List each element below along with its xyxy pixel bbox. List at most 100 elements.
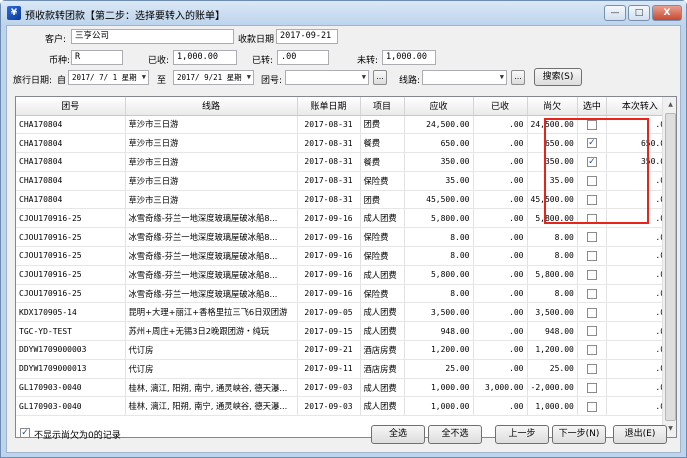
table-row[interactable]: CHA170804 草沙市三日游 2017-08-31 保险费 35.00.00 35.0… xyxy=(16,171,674,191)
row-select-checkbox[interactable] xyxy=(586,345,597,356)
row-select-checkbox[interactable] xyxy=(586,288,597,299)
table-row[interactable]: CHA170804 草沙市三日游 2017-08-31 餐费 650.00.00 650.… xyxy=(16,133,674,154)
cell-receivable: 1,000.00 xyxy=(404,378,474,398)
row-select-checkbox[interactable] xyxy=(586,401,597,412)
route-browse-button[interactable]: ... xyxy=(511,70,525,85)
cell-selected xyxy=(577,208,607,229)
row-select-checkbox[interactable] xyxy=(586,326,597,337)
col-header-item[interactable]: 项目 xyxy=(360,97,405,116)
used-field[interactable]: 1,000.00 xyxy=(173,50,237,65)
untransferred-label: 未转: xyxy=(357,56,379,66)
currency-field[interactable]: R xyxy=(71,50,123,65)
customer-field[interactable]: 三亨公司 xyxy=(71,29,234,44)
cell-date: 2017-08-31 xyxy=(297,115,361,135)
cell-date: 2017-08-31 xyxy=(297,152,361,172)
cell-date: 2017-09-16 xyxy=(297,246,361,266)
close-button[interactable]: X xyxy=(652,5,682,21)
hide-zero-checkbox[interactable]: ✓ xyxy=(20,428,30,438)
route-select[interactable]: ▼ xyxy=(422,70,507,85)
cell-date: 2017-08-31 xyxy=(297,171,361,191)
cell-item: 餐费 xyxy=(360,133,405,154)
prev-step-button[interactable]: 上一步 xyxy=(495,425,549,444)
cell-receivable: 1,000.00 xyxy=(404,396,474,417)
row-select-checkbox[interactable]: ✓ xyxy=(586,157,597,168)
col-header-route[interactable]: 线路 xyxy=(125,97,298,116)
cell-route: 桂林, 漓江, 阳朔, 南宁, 通灵峡谷, 德天瀑... xyxy=(125,396,298,417)
cell-owed: 35.00 xyxy=(527,171,578,191)
table-row[interactable]: CJOU170916-25 冰雪奇缘-芬兰一地深度玻璃屋破冰船8... 2017-0… xyxy=(16,246,674,266)
row-select-checkbox[interactable] xyxy=(586,176,597,187)
cell-date: 2017-09-11 xyxy=(297,359,361,379)
date-to-picker[interactable]: 2017/ 9/21 星期 ▼ xyxy=(173,70,254,85)
cell-receivable: 948.00 xyxy=(404,321,474,342)
titlebar[interactable]: ¥ 预收款转团款【第二步：选择要转入的账单】 — □ X xyxy=(1,1,686,25)
group-select[interactable]: ▼ xyxy=(285,70,369,85)
col-header-group[interactable]: 团号 xyxy=(16,97,126,116)
table-row[interactable]: CJOU170916-25 冰雪奇缘-芬兰一地深度玻璃屋破冰船8... 2017-0… xyxy=(16,208,674,229)
cell-route: 草沙市三日游 xyxy=(125,190,298,210)
search-button[interactable]: 搜索(S) xyxy=(534,68,582,86)
table-row[interactable]: CJOU170916-25 冰雪奇缘-芬兰一地深度玻璃屋破冰船8... 2017-0… xyxy=(16,227,674,248)
group-browse-button[interactable]: ... xyxy=(373,70,387,85)
table-row[interactable]: DDYW1709000013 代订房 2017-09-11 酒店房费 25.00.00 2… xyxy=(16,359,674,379)
cell-receivable: 650.00 xyxy=(404,133,474,154)
cell-owed: 25.00 xyxy=(527,359,578,379)
deselect-all-button[interactable]: 全不选 xyxy=(428,425,482,444)
col-header-selected[interactable]: 选中 xyxy=(577,97,607,116)
row-select-checkbox[interactable] xyxy=(586,251,597,262)
table-row[interactable]: TGC-YD-TEST 苏州+周庄+无锡3日2晚跟团游・纯玩 2017-09-15 成… xyxy=(16,321,674,342)
cell-route: 冰雪奇缘-芬兰一地深度玻璃屋破冰船8... xyxy=(125,227,298,248)
col-header-date[interactable]: 账单日期 xyxy=(297,97,361,116)
row-select-checkbox[interactable] xyxy=(586,382,597,393)
table-row[interactable]: DDYW1709000003 代订房 2017-09-21 酒店房费 1,200.00.… xyxy=(16,340,674,360)
cell-received: .00 xyxy=(473,208,528,229)
transferred-field[interactable]: .00 xyxy=(277,50,329,65)
table-row[interactable]: GL170903-0040 桂林, 漓江, 阳朔, 南宁, 通灵峡谷, 德天瀑..… xyxy=(16,378,674,398)
select-all-button[interactable]: 全选 xyxy=(371,425,425,444)
cell-selected xyxy=(577,359,607,379)
col-header-received[interactable]: 已收 xyxy=(473,97,528,116)
receipt-date-field[interactable]: 2017-09-21 xyxy=(276,29,338,44)
maximize-button[interactable]: □ xyxy=(628,5,650,21)
table-row[interactable]: CHA170804 草沙市三日游 2017-08-31 团费 24,500.00.00 2… xyxy=(16,115,674,135)
cell-item: 酒店房费 xyxy=(360,340,405,360)
next-step-button[interactable]: 下一步(N) xyxy=(552,425,606,444)
table-row[interactable]: GL170903-0040 桂林, 漓江, 阳朔, 南宁, 通灵峡谷, 德天瀑..… xyxy=(16,396,674,417)
row-select-checkbox[interactable] xyxy=(586,307,597,318)
row-select-checkbox[interactable]: ✓ xyxy=(586,138,597,149)
cell-received: .00 xyxy=(473,396,528,417)
cell-receivable: 5,800.00 xyxy=(404,208,474,229)
cell-date: 2017-09-03 xyxy=(297,396,361,417)
row-select-checkbox[interactable] xyxy=(586,364,597,374)
col-header-owed[interactable]: 尚欠 xyxy=(527,97,578,116)
used-label: 已收: xyxy=(148,56,170,66)
col-header-receivable[interactable]: 应收 xyxy=(404,97,474,116)
cell-selected: ✓ xyxy=(577,152,607,172)
table-row[interactable]: KDX170905-14 昆明+大理+丽江+香格里拉三飞6日双团游 2017-09-… xyxy=(16,302,674,323)
row-select-checkbox[interactable] xyxy=(586,213,597,224)
table-row[interactable]: CJOU170916-25 冰雪奇缘-芬兰一地深度玻璃屋破冰船8... 2017-0… xyxy=(16,284,674,304)
cell-receivable: 8.00 xyxy=(404,246,474,266)
cell-group: DDYW1709000013 xyxy=(16,359,126,379)
vertical-scrollbar[interactable]: ▲ ▼ xyxy=(662,97,676,437)
row-select-checkbox[interactable] xyxy=(586,232,597,243)
row-select-checkbox[interactable] xyxy=(586,119,597,130)
table-row[interactable]: CJOU170916-25 冰雪奇缘-芬兰一地深度玻璃屋破冰船8... 2017-0… xyxy=(16,265,674,285)
cell-item: 餐费 xyxy=(360,152,405,172)
cell-item: 成人团费 xyxy=(360,265,405,285)
cell-date: 2017-08-31 xyxy=(297,190,361,210)
cell-date: 2017-08-31 xyxy=(297,133,361,154)
cell-group: GL170903-0040 xyxy=(16,378,126,398)
date-from-picker[interactable]: 2017/ 7/ 1 星期 ▼ xyxy=(68,70,149,85)
table-row[interactable]: CHA170804 草沙市三日游 2017-08-31 团费 45,500.00.00 4… xyxy=(16,190,674,210)
row-select-checkbox[interactable] xyxy=(586,194,597,205)
bill-table: 团号 线路 账单日期 项目 应收 已收 尚欠 选中 本次转入 CHA170804… xyxy=(15,96,677,438)
untransferred-field[interactable]: 1,000.00 xyxy=(382,50,436,65)
row-select-checkbox[interactable] xyxy=(586,270,597,281)
exit-button[interactable]: 退出(E) xyxy=(613,425,667,444)
cell-selected xyxy=(577,302,607,323)
minimize-button[interactable]: — xyxy=(604,5,626,21)
scroll-thumb[interactable] xyxy=(665,113,676,421)
scroll-up-icon[interactable]: ▲ xyxy=(665,99,676,111)
table-row[interactable]: CHA170804 草沙市三日游 2017-08-31 餐费 350.00.00 350.… xyxy=(16,152,674,172)
